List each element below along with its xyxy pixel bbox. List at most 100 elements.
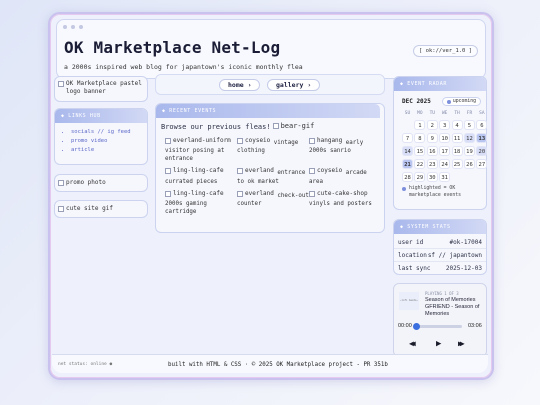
calendar-day[interactable]: 13 xyxy=(476,133,488,143)
calendar-month: DEC 2025 xyxy=(402,98,431,105)
broken-image-icon xyxy=(272,123,279,129)
play-button[interactable]: ▶ xyxy=(436,339,441,349)
calendar-day[interactable]: 23 xyxy=(426,159,438,169)
site-footer: net status: online ● built with HTML & C… xyxy=(52,354,488,373)
calendar-day[interactable]: 25 xyxy=(451,159,463,169)
progress-bar[interactable] xyxy=(415,325,462,328)
calendar-day[interactable]: 4 xyxy=(451,120,463,130)
calendar-day[interactable]: 26 xyxy=(463,159,475,169)
links-hub-heading: LINKS HUB xyxy=(68,113,101,119)
music-player: ~lofi beats~ PLAYING 1 OF 3 Season of Me… xyxy=(393,283,487,357)
calendar-day[interactable]: 17 xyxy=(439,146,451,156)
time-total: 03:06 xyxy=(468,323,482,329)
net-status: net status: online ● xyxy=(58,362,113,367)
event-item[interactable]: everland entrance to ok market xyxy=(237,167,309,185)
calendar-day[interactable]: 19 xyxy=(463,146,475,156)
site-gif-alt: cute site gif xyxy=(66,205,113,212)
calendar-day[interactable]: 29 xyxy=(414,172,426,182)
event-caption: visitor posing at entrance xyxy=(165,148,225,163)
calendar-day[interactable]: 22 xyxy=(414,159,426,169)
event-caption: 2000s gaming cartridge xyxy=(165,200,207,215)
calendar-day[interactable]: 31 xyxy=(439,172,451,182)
upcoming-badge: upcoming xyxy=(441,97,481,106)
recent-events: ◆ RECENT EVENTS Browse our previous flea… xyxy=(155,103,385,233)
calendar-day[interactable]: 28 xyxy=(402,172,413,182)
bear-gif-alt: bear-gif xyxy=(280,122,315,130)
logo-alt: OK Marketplace pastel logo banner xyxy=(66,80,142,95)
event-item[interactable]: everland-uniform visitor posing at entra… xyxy=(165,137,237,163)
event-item[interactable]: cute-cake-shop vinyls and posters xyxy=(309,190,381,216)
calendar-day[interactable]: 10 xyxy=(439,133,451,143)
broken-image-icon xyxy=(58,81,64,87)
next-button[interactable]: ▶▶ xyxy=(458,339,464,349)
calendar-day[interactable]: 3 xyxy=(439,120,451,130)
stat-value: sf // japantown xyxy=(427,252,482,259)
calendar-day[interactable]: 18 xyxy=(451,146,463,156)
link-socials[interactable]: socials // ig feed xyxy=(71,128,147,137)
calendar-day[interactable]: 24 xyxy=(439,159,451,169)
calendar-day[interactable]: 30 xyxy=(426,172,438,182)
promo-photo: promo photo xyxy=(54,174,148,192)
dot-icon xyxy=(446,99,451,104)
nav-gallery-label: gallery xyxy=(276,81,304,89)
event-img-alt: everland xyxy=(245,189,274,197)
calendar-day[interactable]: 8 xyxy=(414,133,426,143)
links-hub: ◆ LINKS HUB socials // ig feed promo vid… xyxy=(54,108,148,165)
broken-image-icon xyxy=(237,190,243,197)
event-img-alt: coyseio xyxy=(317,167,343,175)
promo-photo-alt: promo photo xyxy=(66,179,106,186)
event-radar-title: ◆ EVENT RADAR xyxy=(394,77,486,91)
weekday-label: SU xyxy=(404,111,411,116)
events-grid: everland-uniform visitor posing at entra… xyxy=(156,131,384,216)
logo-banner: OK Marketplace pastel logo banner xyxy=(54,76,148,102)
calendar-day[interactable]: 7 xyxy=(402,133,413,143)
event-item[interactable]: hangang early 2000s sanrio xyxy=(309,137,381,163)
broken-image-icon xyxy=(309,190,315,197)
event-item[interactable]: everland check-out counter xyxy=(237,190,309,216)
system-stats-heading: SYSTEM STATS xyxy=(407,224,451,230)
event-item[interactable]: coyseio arcade area xyxy=(309,167,381,185)
event-item[interactable]: ling-ling-cafe currated pieces xyxy=(165,167,237,185)
weekday-label: MO xyxy=(417,111,423,116)
calendar-grid: SU MO TU WE TH FR SA 1 2 3 4 5 6 7 8 9 10 11 12 13 14 15 16 17 1… xyxy=(394,108,488,182)
calendar-day[interactable]: 27 xyxy=(476,159,488,169)
event-item[interactable]: coyseio vintage clothing xyxy=(237,137,309,163)
previous-button[interactable]: ◀◀ xyxy=(409,339,415,349)
calendar-day[interactable]: 5 xyxy=(463,120,475,130)
calendar-day[interactable]: 21 xyxy=(402,159,413,169)
album-art: ~lofi beats~ xyxy=(399,292,419,310)
calendar-day[interactable]: 11 xyxy=(451,133,463,143)
calendar-day[interactable]: 14 xyxy=(402,146,413,156)
site-title: OK Marketplace Net-Log xyxy=(64,38,281,57)
event-img-alt: ling-ling-cafe xyxy=(173,189,224,197)
event-img-alt: everland-uniform xyxy=(173,137,231,145)
calendar-day[interactable]: 9 xyxy=(426,133,438,143)
calendar-day[interactable]: 12 xyxy=(463,133,475,143)
nav-home-button[interactable]: home › xyxy=(219,79,261,91)
broken-image-icon xyxy=(309,168,315,175)
event-img-alt: hangang xyxy=(317,137,343,145)
nav-gallery-button[interactable]: gallery › xyxy=(267,79,321,91)
calendar-day[interactable]: 20 xyxy=(476,146,488,156)
event-item[interactable]: ling-ling-cafe 2000s gaming cartridge xyxy=(165,190,237,216)
track-title: Season of Memories GFRIEND - Season of M… xyxy=(425,297,480,317)
time-elapsed: 00:00 xyxy=(398,323,412,329)
stat-row: user id #ok-17004 xyxy=(394,236,486,249)
calendar-day[interactable]: 6 xyxy=(476,120,488,130)
calendar-day[interactable]: 15 xyxy=(414,146,426,156)
playlist-count: PLAYING 1 OF 3 xyxy=(425,291,459,296)
weekday-label: FR xyxy=(466,111,473,116)
link-article[interactable]: article xyxy=(71,146,147,155)
calendar-legend: highlighted = OK marketplace events xyxy=(394,182,486,199)
broken-image-icon xyxy=(58,180,64,186)
broken-image-icon xyxy=(237,138,243,145)
calendar-day[interactable]: 1 xyxy=(414,120,426,130)
progress-knob[interactable] xyxy=(413,323,420,330)
link-promo-video[interactable]: promo video xyxy=(71,137,147,146)
stat-value: 2025-12-03 xyxy=(445,265,482,272)
weekday-label: TU xyxy=(429,111,435,116)
calendar-day[interactable]: 16 xyxy=(426,146,438,156)
event-img-alt: everland xyxy=(245,167,274,175)
calendar-day[interactable]: 2 xyxy=(426,120,438,130)
broken-image-icon xyxy=(165,190,171,197)
